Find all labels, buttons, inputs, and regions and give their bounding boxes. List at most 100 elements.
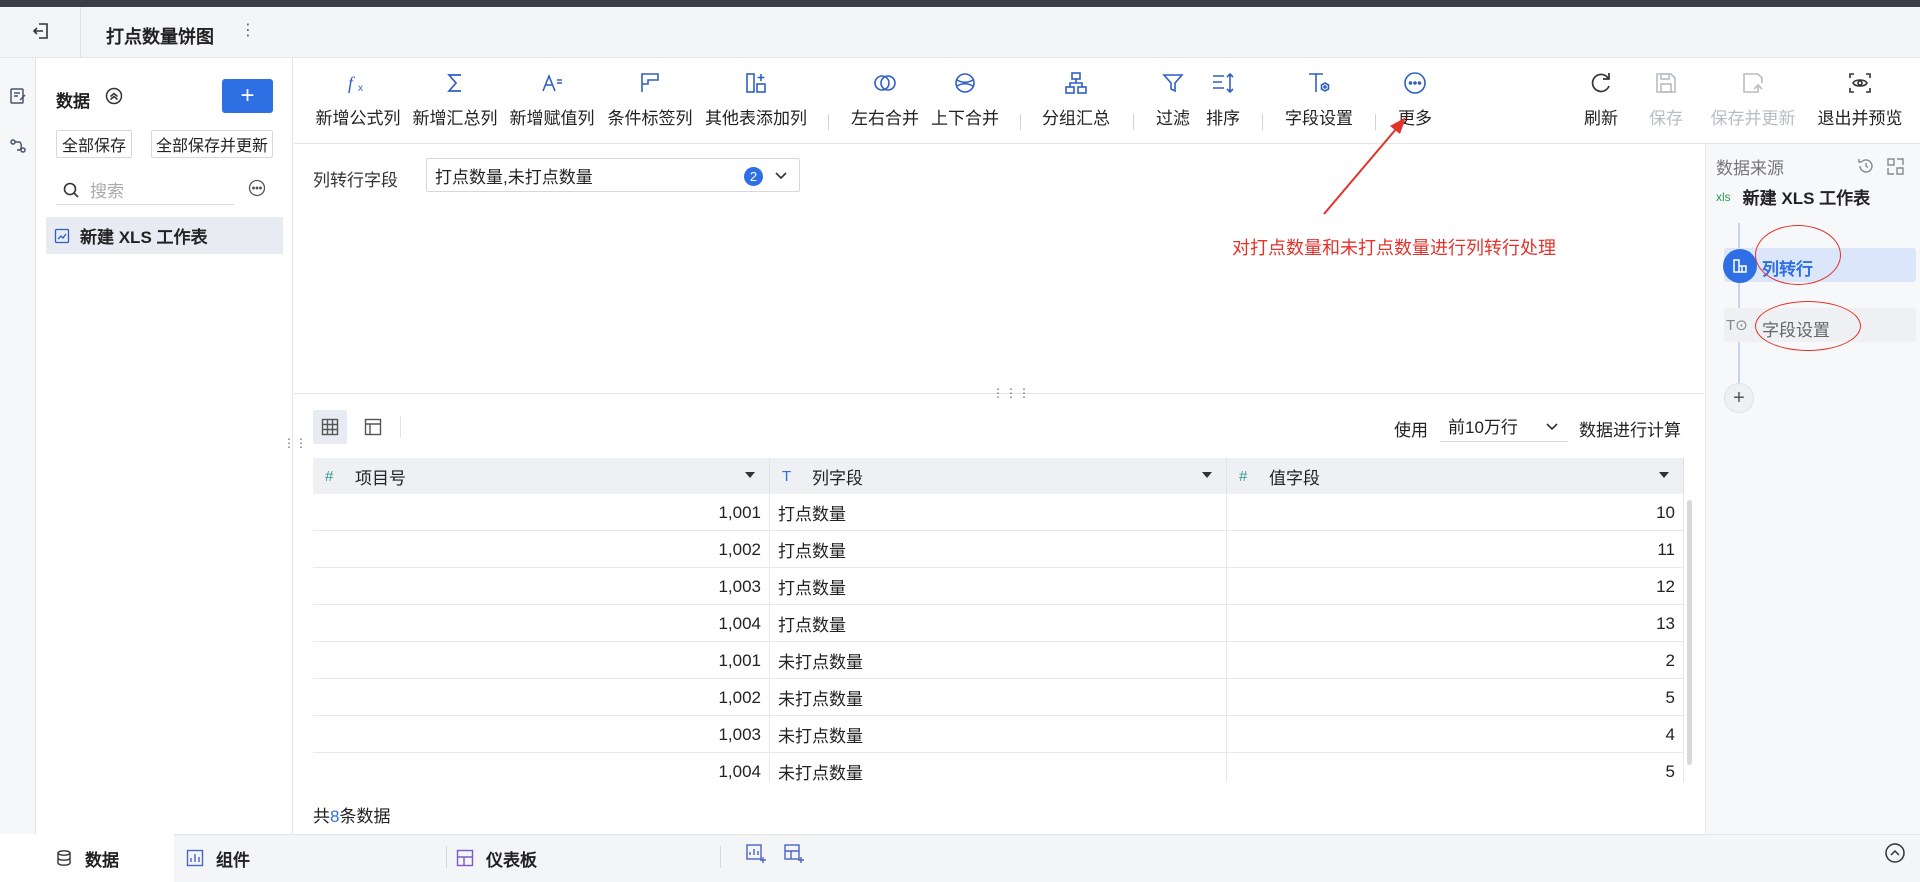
cell-column: 打点数量	[770, 494, 1227, 531]
refresh-button[interactable]: 刷新	[1580, 70, 1622, 134]
data-source[interactable]: xls 新建 XLS 工作表	[1716, 184, 1870, 209]
xls-icon: xls	[1716, 189, 1731, 204]
cell-id: 1,002	[313, 531, 770, 568]
unpivot-field-select[interactable]: 打点数量,未打点数量 2	[426, 158, 800, 192]
merge-vertical-button[interactable]: 上下合并	[926, 70, 1004, 134]
tab-dashboard[interactable]: 仪表板	[456, 834, 656, 882]
formula-icon: fx	[345, 70, 371, 96]
cell-column: 打点数量	[770, 605, 1227, 642]
toolbar-label: 条件标签列	[607, 109, 693, 128]
group-summary-button[interactable]: 分组汇总	[1037, 70, 1115, 134]
cell-value: 4	[1227, 716, 1684, 753]
table-row[interactable]: 1,002 打点数量 11	[313, 531, 1684, 568]
assign-icon	[539, 70, 565, 96]
toolbar-label: 上下合并	[931, 109, 999, 128]
split-handle[interactable]: ⋮⋮⋮	[992, 386, 1031, 400]
chart-icon	[186, 849, 204, 867]
add-column-from-table-button[interactable]: 其他表添加列	[701, 70, 811, 134]
text-type-icon: T	[782, 467, 792, 485]
cell-column: 未打点数量	[770, 642, 1227, 679]
toolbar-separator	[828, 114, 829, 130]
table-row[interactable]: 1,003 打点数量 12	[313, 568, 1684, 605]
tab-components[interactable]: 组件	[186, 834, 366, 882]
toolbar-separator	[1020, 114, 1021, 130]
condition-tag-column-button[interactable]: 条件标签列	[604, 70, 696, 134]
caret-down-icon[interactable]	[1659, 472, 1669, 478]
column-header[interactable]: # 项目号	[313, 458, 770, 494]
collapse-up-icon[interactable]	[104, 86, 124, 106]
add-dashboard-icon[interactable]	[782, 842, 806, 866]
unpivot-field-label: 列转行字段	[313, 171, 398, 190]
sort-button[interactable]: 排序	[1202, 70, 1244, 134]
save-all-update-button[interactable]: 全部保存并更新	[151, 130, 273, 158]
table-row[interactable]: 1,002 未打点数量 5	[313, 679, 1684, 716]
merge-horizontal-button[interactable]: 左右合并	[846, 70, 924, 134]
search-placeholder: 搜索	[90, 182, 124, 201]
add-data-button[interactable]: +	[222, 79, 273, 113]
save-all-button[interactable]: 全部保存	[56, 130, 132, 158]
exit-preview-button[interactable]: 退出并预览	[1814, 70, 1906, 134]
save-button[interactable]: 保存	[1645, 70, 1687, 134]
caret-down-icon[interactable]	[745, 472, 755, 478]
cell-value: 2	[1227, 642, 1684, 679]
grid-view-button[interactable]	[313, 410, 347, 444]
panel-actions	[1856, 156, 1906, 176]
more-options-icon[interactable]	[247, 178, 267, 198]
view-separator	[400, 416, 401, 438]
relation-icon[interactable]	[8, 136, 28, 156]
unpivot-field-value: 打点数量,未打点数量	[435, 167, 593, 187]
toolbar-label: 其他表添加列	[705, 109, 807, 128]
title-separator	[80, 7, 81, 58]
filter-button[interactable]: 过滤	[1152, 70, 1194, 134]
grid-body: 1,001 打点数量 10 1,002 打点数量 11 1,003 打点数量 1…	[313, 494, 1684, 782]
table-row[interactable]: 1,001 未打点数量 2	[313, 642, 1684, 679]
vertical-scrollbar[interactable]	[1687, 500, 1692, 765]
table-row[interactable]: 1,001 打点数量 10	[313, 494, 1684, 531]
toolbar-separator	[1262, 114, 1263, 130]
column-header[interactable]: # 值字段	[1227, 458, 1684, 494]
row-count-prefix: 共	[313, 807, 330, 826]
new-sum-column-button[interactable]: 新增汇总列	[409, 70, 501, 134]
column-header[interactable]: T 列字段	[770, 458, 1227, 494]
panel-resize-handle[interactable]: ⋮⋮	[283, 436, 307, 450]
table-row[interactable]: 1,004 未打点数量 5	[313, 753, 1684, 782]
layout-view-button[interactable]	[356, 410, 390, 444]
search-input[interactable]: 搜索	[56, 175, 234, 205]
annotation-circle	[1755, 301, 1861, 351]
cell-column: 未打点数量	[770, 679, 1227, 716]
cell-id: 1,004	[313, 753, 770, 782]
add-step-button[interactable]: +	[1724, 383, 1754, 413]
tree-item-xls[interactable]: 新建 XLS 工作表	[46, 217, 283, 254]
more-icon	[1402, 70, 1428, 96]
title-more-icon[interactable]: ⋮	[240, 20, 256, 40]
chevron-down-icon	[1544, 418, 1560, 434]
tab-dashboard-label: 仪表板	[486, 850, 537, 870]
data-source-name: 新建 XLS 工作表	[1742, 189, 1871, 208]
data-edit-icon[interactable]	[8, 86, 28, 106]
collapse-up-icon[interactable]	[1884, 842, 1906, 864]
cell-column: 打点数量	[770, 531, 1227, 568]
new-formula-column-button[interactable]: fx 新增公式列	[312, 70, 404, 134]
search-icon	[63, 182, 79, 198]
cell-column: 未打点数量	[770, 753, 1227, 782]
selected-count-badge: 2	[744, 167, 763, 186]
cell-id: 1,001	[313, 642, 770, 679]
tab-data[interactable]: 数据	[0, 834, 174, 882]
tab-components-label: 组件	[216, 850, 250, 870]
table-row[interactable]: 1,003 未打点数量 4	[313, 716, 1684, 753]
cell-id: 1,003	[313, 716, 770, 753]
grid-icon	[321, 418, 339, 436]
use-label: 使用	[1394, 421, 1428, 440]
save-update-button[interactable]: 保存并更新	[1707, 70, 1799, 134]
exit-icon[interactable]	[24, 14, 58, 48]
toolbar-label: 左右合并	[851, 109, 919, 128]
preview-icon	[1847, 70, 1873, 96]
refresh-icon	[1588, 70, 1614, 96]
merge-horizontal-icon	[872, 70, 898, 96]
row-limit-select[interactable]: 前10万行	[1440, 410, 1568, 442]
add-component-icon[interactable]	[744, 842, 768, 866]
toolbar-separator	[1133, 114, 1134, 130]
table-row[interactable]: 1,004 打点数量 13	[313, 605, 1684, 642]
caret-down-icon[interactable]	[1202, 472, 1212, 478]
new-assign-column-button[interactable]: 新增赋值列	[506, 70, 598, 134]
